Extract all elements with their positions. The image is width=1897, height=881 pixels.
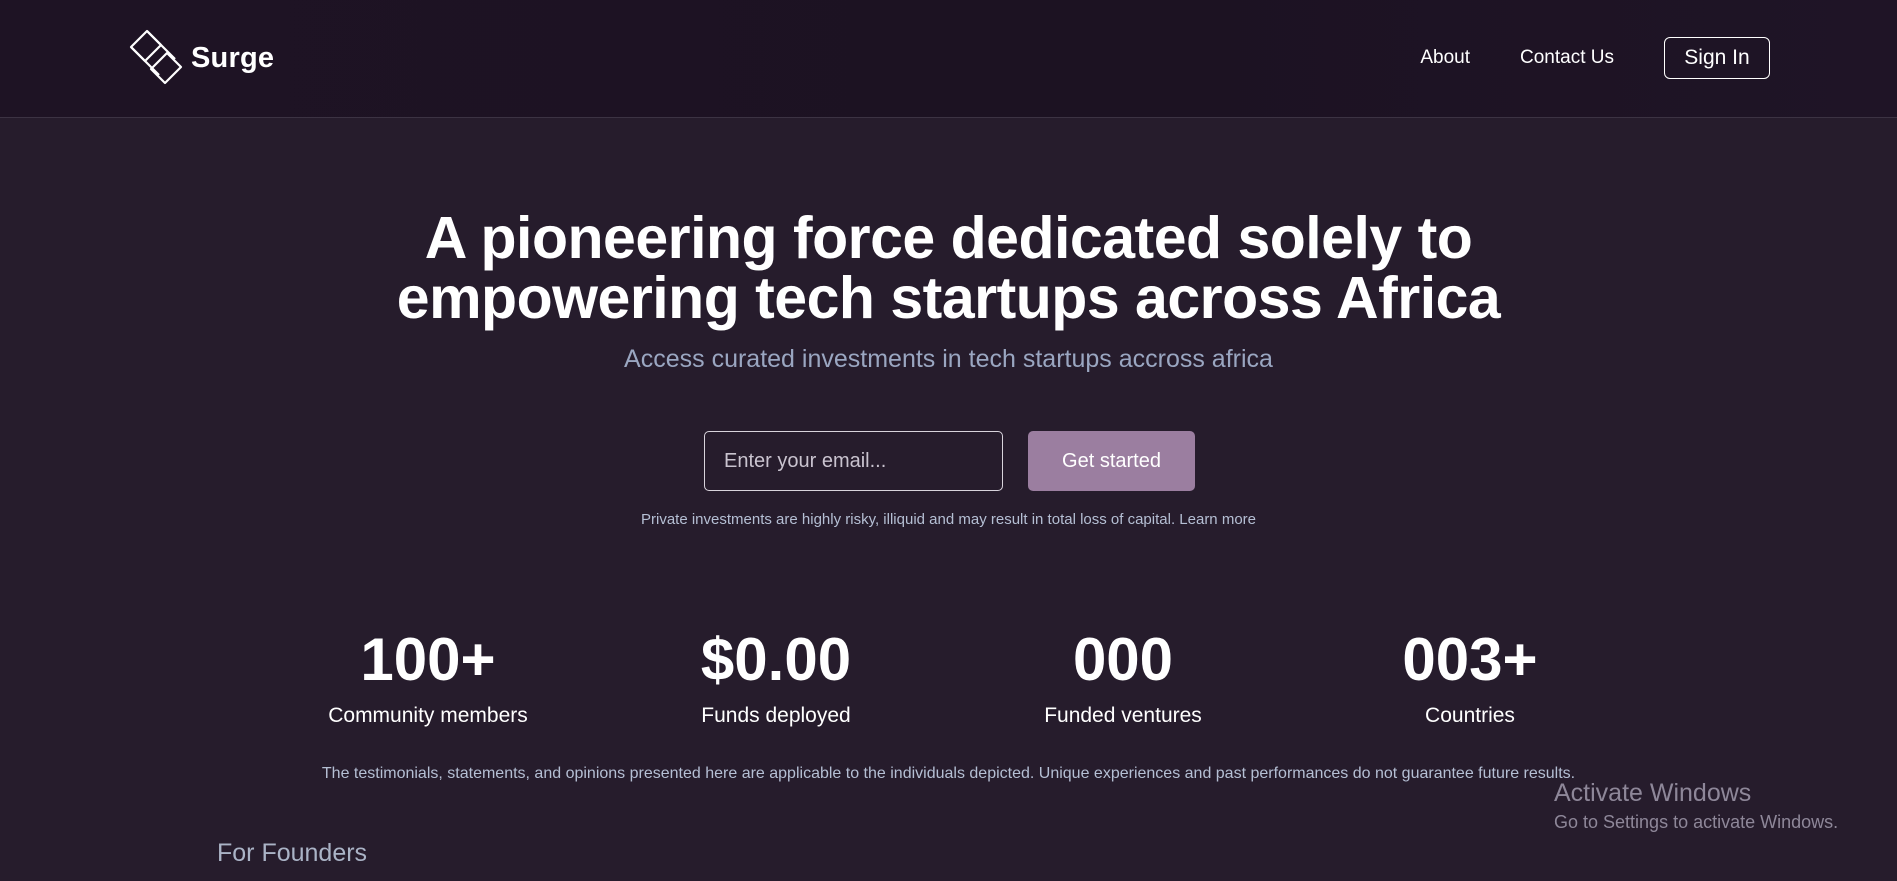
email-input[interactable]	[704, 431, 1003, 491]
stat-funds-deployed: $0.00 Funds deployed	[626, 622, 926, 728]
hero-subtitle: Access curated investments in tech start…	[624, 345, 1273, 373]
hero-title-line-1: A pioneering force dedicated solely to	[424, 205, 1473, 271]
get-started-button[interactable]: Get started	[1028, 431, 1195, 491]
stat-countries: 003+ Countries	[1320, 622, 1620, 728]
surge-logo-icon	[129, 29, 183, 85]
nav-link-contact-us[interactable]: Contact Us	[1520, 47, 1614, 69]
stat-label: Community members	[328, 704, 528, 727]
watermark-subtitle: Go to Settings to activate Windows.	[1554, 812, 1839, 832]
sign-in-button[interactable]: Sign In	[1664, 37, 1770, 79]
stat-community-members: 100+ Community members	[278, 622, 578, 728]
stat-value: $0.00	[700, 626, 852, 693]
hero-title: A pioneering force dedicated solely to e…	[0, 208, 1897, 328]
stats-row: 100+ Community members $0.00 Funds deplo…	[0, 622, 1897, 732]
for-founders-heading: For Founders	[217, 839, 368, 867]
nav-links: About Contact Us Sign In	[1420, 37, 1770, 79]
top-navbar: Surge About Contact Us Sign In	[0, 0, 1897, 118]
stat-value: 003+	[1402, 626, 1538, 693]
nav-link-about[interactable]: About	[1420, 47, 1470, 69]
activate-windows-watermark: Activate Windows Go to Settings to activ…	[1554, 778, 1838, 836]
stat-label: Funds deployed	[701, 704, 851, 727]
brand-logo[interactable]: Surge	[127, 27, 274, 89]
risk-disclaimer: Private investments are highly risky, il…	[641, 511, 1256, 528]
stat-value: 000	[1072, 626, 1174, 693]
stat-funded-ventures: 000 Funded ventures	[973, 622, 1273, 728]
brand-name: Surge	[191, 41, 275, 74]
watermark-title: Activate Windows	[1554, 779, 1752, 807]
stat-label: Funded ventures	[1044, 704, 1202, 727]
stat-label: Countries	[1425, 704, 1515, 727]
hero-title-line-2: empowering tech startups across Africa	[396, 265, 1501, 331]
stat-value: 100+	[360, 626, 496, 693]
